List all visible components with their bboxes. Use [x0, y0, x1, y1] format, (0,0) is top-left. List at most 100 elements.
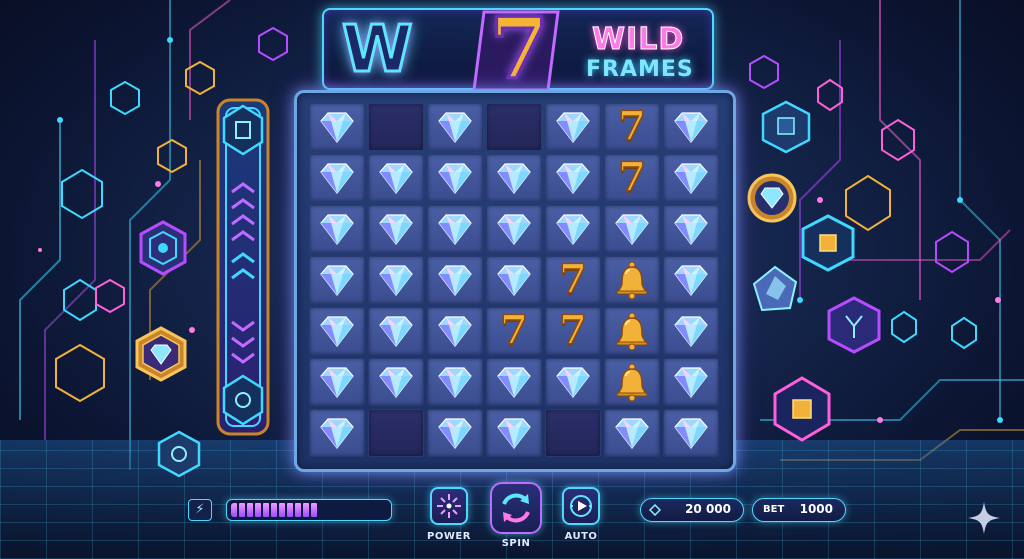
diamond-coin-icon: [747, 173, 797, 223]
reel-cell: [663, 103, 719, 151]
reel-cell: [427, 307, 483, 355]
chip-icon: [801, 214, 855, 272]
power-segment: [311, 503, 317, 517]
diamond-icon: [379, 367, 413, 398]
chip-icon: [827, 296, 881, 354]
diamond-icon: [556, 367, 590, 398]
diamond-icon: [438, 367, 472, 398]
game-stage: W 7 WILD FRAMES 7 7 7 7 7 ⚡ POWER SPIN A…: [0, 0, 1024, 559]
diamond-icon: [438, 418, 472, 449]
diamond-icon: [674, 418, 708, 449]
game-logo: W 7 WILD FRAMES: [322, 2, 714, 95]
diamond-icon: [497, 163, 531, 194]
reel-cell: [368, 358, 424, 406]
auto-button[interactable]: [562, 487, 600, 525]
bell-icon: [616, 261, 648, 300]
reel-cell: [309, 103, 365, 151]
reel-cell: [309, 409, 365, 457]
diamond-icon: [379, 316, 413, 347]
sparkle-burst-icon: [437, 494, 461, 518]
reel-cell: 7: [545, 256, 601, 304]
diamond-icon: [674, 316, 708, 347]
diamond-icon: [320, 418, 354, 449]
bell-icon: [616, 363, 648, 402]
reel-cell: [486, 256, 542, 304]
power-segment: [231, 503, 237, 517]
reel-cell: [486, 205, 542, 253]
diamond-icon: [438, 214, 472, 245]
reel-cell: 7: [604, 154, 660, 202]
power-segment: [247, 503, 253, 517]
diamond-icon: [615, 418, 649, 449]
reel-cell: [663, 154, 719, 202]
reel-cell: [368, 307, 424, 355]
diamond-icon: [497, 265, 531, 296]
chip-icon: [139, 220, 187, 276]
reels-frame: 77777: [294, 90, 736, 472]
logo-seven: 7: [488, 0, 549, 98]
seven-icon: 7: [617, 103, 646, 150]
balance-value: 20 000: [685, 502, 731, 516]
diamond-icon: [674, 265, 708, 296]
reel-cell: [545, 154, 601, 202]
reel-cell: [427, 205, 483, 253]
diamond-icon: [497, 214, 531, 245]
reel-cell: [486, 358, 542, 406]
diamond-icon: [320, 316, 354, 347]
diamond-icon: [320, 163, 354, 194]
spin-button[interactable]: [490, 482, 542, 534]
diamond-coin-icon: [135, 326, 187, 382]
logo-frames-text: FRAMES: [586, 57, 694, 82]
reel-cell: [309, 307, 365, 355]
reel-cell: [545, 358, 601, 406]
reel-cell: 7: [486, 307, 542, 355]
power-segment: [303, 503, 309, 517]
seven-icon: 7: [499, 307, 528, 354]
crystal-icon: [752, 265, 798, 312]
diamond-icon: [556, 112, 590, 143]
reel-cell: [368, 256, 424, 304]
reel-cell: [663, 409, 719, 457]
reel-cell: [486, 154, 542, 202]
reel-cell: [427, 154, 483, 202]
diamond-icon: [556, 214, 590, 245]
spin-label: SPIN: [501, 538, 531, 549]
diamond-icon: [497, 367, 531, 398]
spin-arrows-icon: [502, 493, 530, 523]
lightning-icon[interactable]: ⚡: [188, 499, 212, 521]
reel-cell: [604, 307, 660, 355]
reel-cell: [545, 103, 601, 151]
reel-cell: [309, 256, 365, 304]
reel-cell: [427, 103, 483, 151]
power-label: POWER: [427, 531, 471, 542]
balance-diamond-icon: [649, 504, 661, 516]
diamond-icon: [438, 163, 472, 194]
reel-cell: [427, 409, 483, 457]
reel-cell: [663, 256, 719, 304]
reel-cell: [486, 103, 542, 151]
power-segment: [255, 503, 261, 517]
diamond-icon: [674, 163, 708, 194]
wild-meter: [212, 92, 274, 442]
reel-cell: [604, 409, 660, 457]
sparkle-icon: [968, 502, 1000, 534]
diamond-icon: [438, 112, 472, 143]
reel-cell: [663, 307, 719, 355]
diamond-icon: [379, 163, 413, 194]
bet-display[interactable]: BET 1000: [752, 498, 846, 522]
reel-cell: 7: [604, 103, 660, 151]
power-segment: [287, 503, 293, 517]
power-button[interactable]: [430, 487, 468, 525]
reel-cell: [663, 358, 719, 406]
reel-cell: [545, 205, 601, 253]
diamond-icon: [320, 265, 354, 296]
logo-w-letter: W: [341, 13, 415, 87]
reel-cell: [368, 154, 424, 202]
seven-icon: 7: [558, 307, 587, 354]
reel-cell: [663, 205, 719, 253]
chip-icon: [157, 430, 201, 478]
logo-wild-text: WILD: [591, 22, 685, 57]
reel-cell: [368, 205, 424, 253]
reels-grid: 77777: [309, 103, 721, 459]
chip-icon: [773, 376, 831, 442]
